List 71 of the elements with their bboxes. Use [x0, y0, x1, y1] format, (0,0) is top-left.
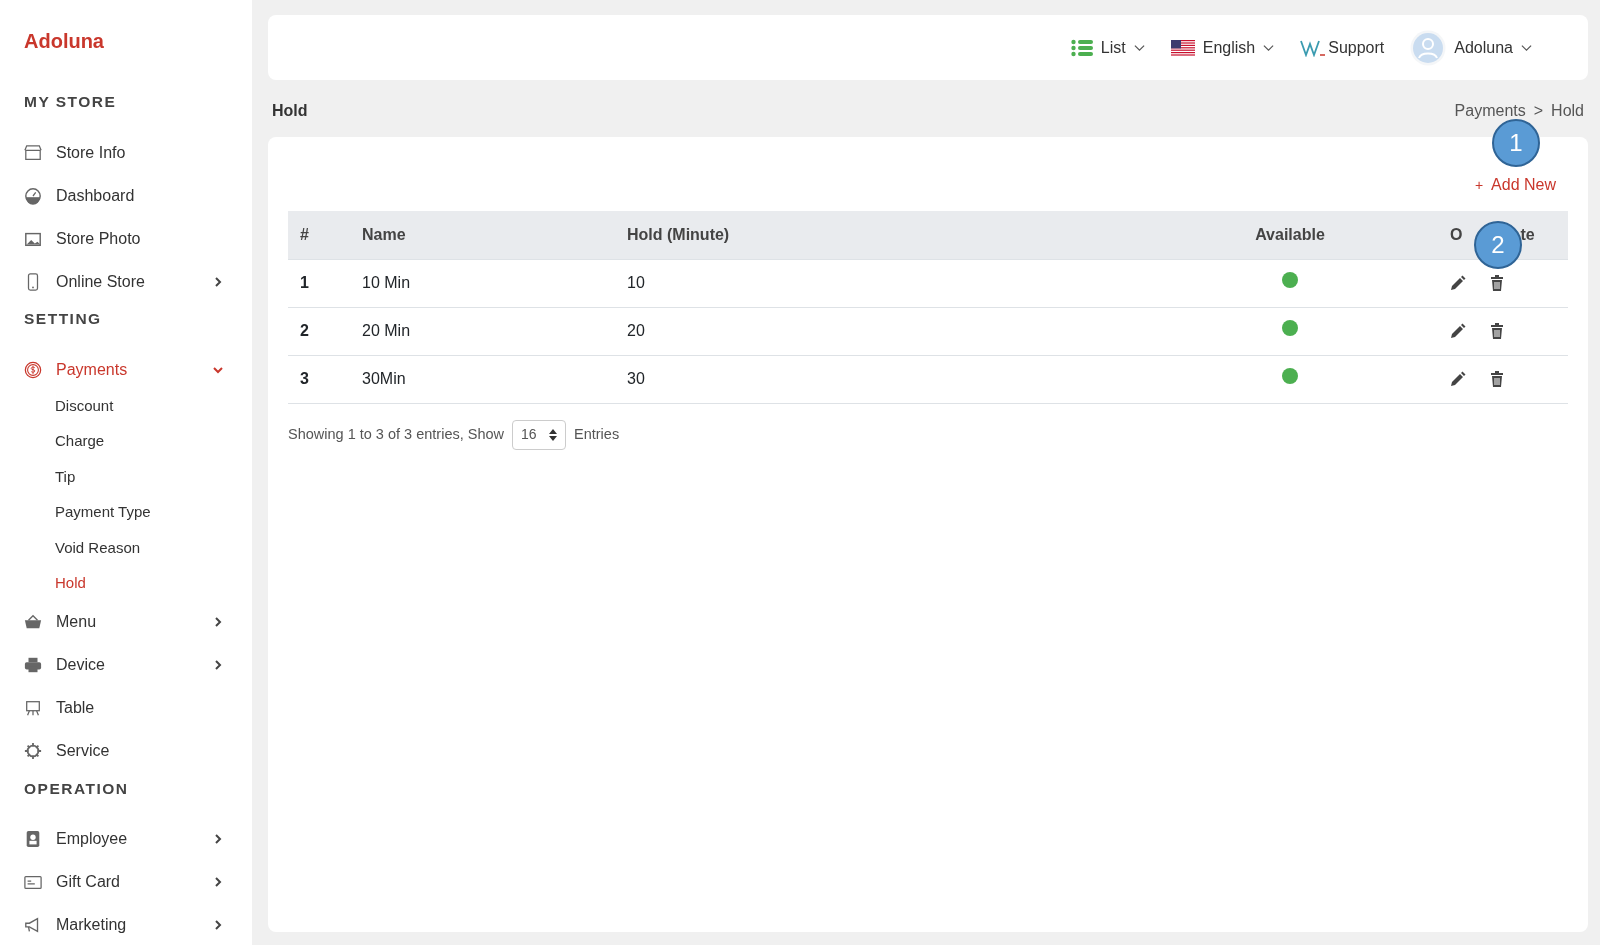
section-heading: MY STORE: [24, 92, 118, 112]
page-size-select[interactable]: 16: [512, 419, 567, 450]
gear-icon: [24, 742, 42, 760]
card-icon: [24, 873, 42, 892]
table-cell: 30Min: [362, 370, 406, 387]
sidebar-item[interactable]: Table: [24, 686, 252, 730]
section-heading: SETTING: [24, 309, 103, 330]
sidebar-item[interactable]: Gift Card: [24, 860, 252, 904]
support-link[interactable]: Support: [1300, 35, 1385, 60]
id-badge-icon: [24, 830, 42, 849]
sidebar-item[interactable]: Store Photo: [24, 217, 252, 261]
easel-icon: [24, 699, 42, 717]
submenu-item[interactable]: Void Reason: [24, 529, 252, 565]
list-icon: [1070, 38, 1093, 57]
delete-icon[interactable]: [1490, 371, 1504, 387]
table-cell: 20 Min: [362, 322, 411, 339]
column-header: Name: [362, 225, 406, 243]
entries-label: Entries: [574, 424, 620, 444]
sidebar-item[interactable]: Service: [24, 729, 252, 773]
edit-icon[interactable]: [1450, 323, 1466, 339]
table-cell: 30: [627, 370, 645, 387]
edit-icon[interactable]: [1450, 275, 1466, 291]
delete-icon[interactable]: [1490, 275, 1504, 291]
column-header: Available: [1255, 225, 1325, 243]
sidebar-item[interactable]: Menu: [24, 600, 252, 644]
submenu-item[interactable]: Payment Type: [24, 494, 252, 530]
sidebar-item[interactable]: Store Info: [24, 131, 252, 175]
breadcrumb-current: Hold: [1551, 101, 1584, 121]
page-title: Hold: [272, 101, 308, 121]
basket-icon: [24, 613, 42, 631]
plus-icon: +: [1474, 177, 1484, 193]
section-heading: OPERATION: [24, 778, 130, 799]
breadcrumb-separator: >: [1533, 101, 1544, 121]
printer-icon: [24, 656, 42, 674]
view-dropdown[interactable]: List: [1070, 35, 1145, 60]
row-number: 2: [300, 322, 309, 339]
sidebar-item[interactable]: Employee: [24, 817, 252, 861]
submenu-item[interactable]: Tip: [24, 458, 252, 494]
step-marker: 1: [1492, 119, 1540, 167]
language-dropdown[interactable]: English: [1170, 35, 1275, 60]
brand-logo[interactable]: Adoluna: [24, 26, 252, 56]
flag-icon: [1170, 39, 1195, 56]
column-header: Hold (Minute): [627, 225, 730, 243]
edit-icon[interactable]: [1450, 371, 1466, 387]
column-header: #: [300, 225, 309, 243]
column-header: O: [1450, 225, 1463, 243]
delete-icon[interactable]: [1490, 323, 1504, 339]
row-number: 3: [300, 370, 309, 387]
store-icon: [24, 143, 42, 162]
column-header: te: [1520, 225, 1535, 243]
dollar-icon: [24, 361, 42, 379]
submenu-item[interactable]: Charge: [24, 423, 252, 459]
submenu-item[interactable]: Hold: [24, 565, 252, 601]
caret-icon: [1133, 42, 1145, 53]
w-logo-icon: [1300, 38, 1327, 57]
table-cell: 10 Min: [362, 274, 411, 291]
sidebar-item[interactable]: Device: [24, 643, 252, 687]
gauge-icon: [24, 186, 42, 205]
sidebar-item[interactable]: Online Store: [24, 260, 252, 304]
table-cell: 20: [627, 322, 645, 339]
sidebar-item[interactable]: Dashboard: [24, 174, 252, 218]
user-menu[interactable]: Adoluna: [1410, 29, 1532, 66]
entries-summary: Showing 1 to 3 of 3 entries, Show: [288, 424, 505, 444]
sort-icon: [549, 428, 558, 441]
add-new-link[interactable]: + Add New: [1474, 173, 1556, 197]
caret-icon: [1521, 42, 1532, 53]
row-number: 1: [300, 274, 309, 291]
table-cell: 10: [627, 274, 645, 291]
caret-icon: [1263, 42, 1275, 53]
sidebar-item[interactable]: Marketing: [24, 903, 252, 945]
avatar-icon: [1410, 29, 1447, 66]
